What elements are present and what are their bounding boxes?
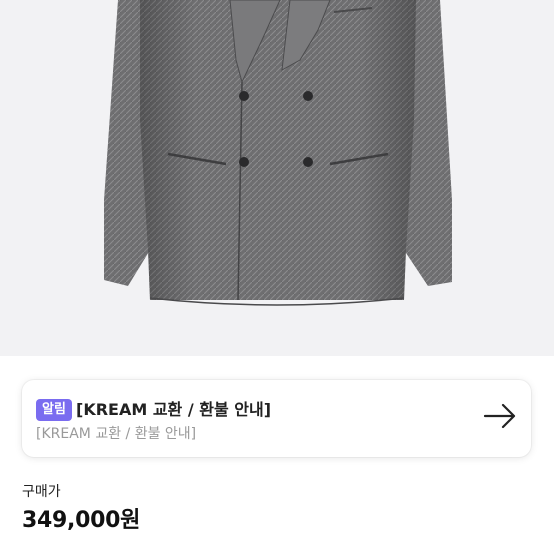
coat-illustration [104,0,452,306]
price-value: 349,000원 [22,508,141,533]
arrow-right-icon[interactable] [483,402,517,430]
exchange-refund-notice-card[interactable]: 알림 [KREAM 교환 / 환불 안내] [KREAM 교환 / 환불 안내] [22,380,531,457]
notice-title: [KREAM 교환 / 환불 안내] [76,400,272,419]
notice-subtitle: [KREAM 교환 / 환불 안내] [36,426,197,442]
notice-badge: 알림 [36,399,72,421]
product-image[interactable] [0,0,554,356]
price-label: 구매가 [22,484,61,500]
